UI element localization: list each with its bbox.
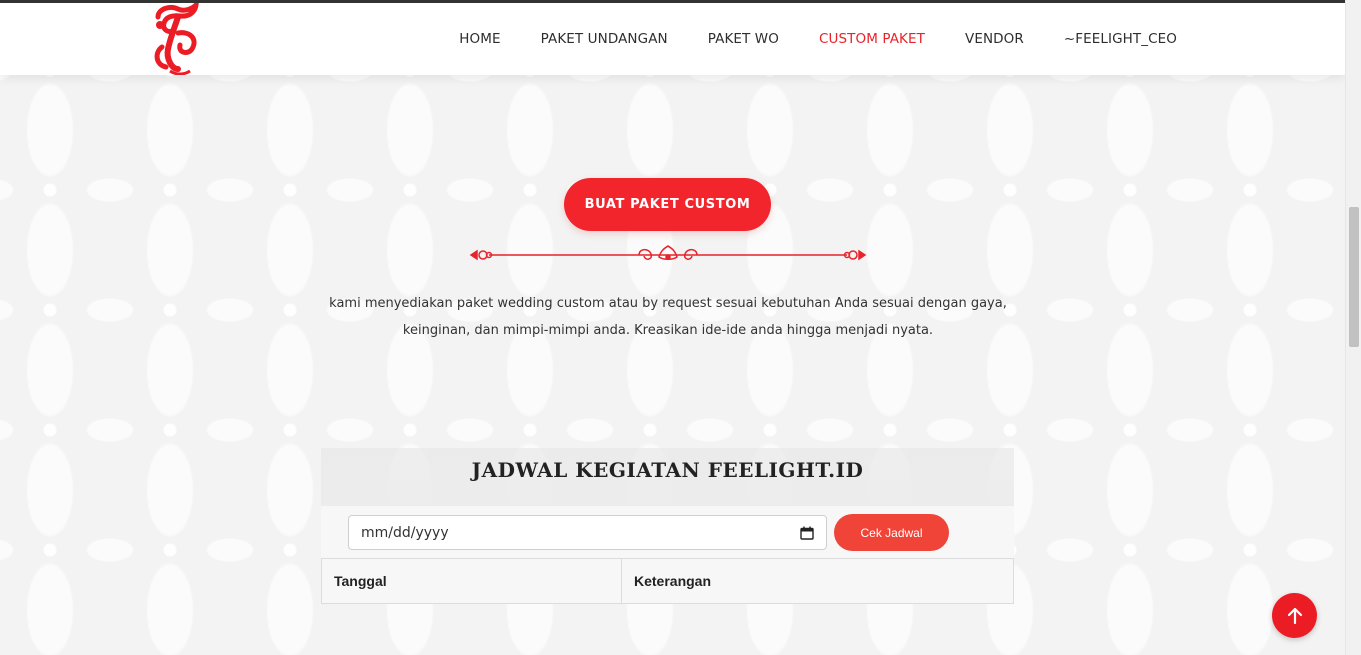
schedule-table: Tanggal Keterangan — [321, 558, 1014, 604]
intro-line-2: keinginan, dan mimpi-mimpi anda. Kreasik… — [402, 323, 934, 338]
nav-vendor[interactable]: VENDOR — [965, 31, 1024, 47]
buat-paket-custom-button[interactable]: BUAT PAKET CUSTOM — [564, 178, 771, 231]
page-scrollbar[interactable] — [1345, 0, 1361, 655]
main-content: BUAT PAKET CUSTOM kami menyediakan paket… — [0, 0, 1345, 655]
calendar-icon[interactable] — [800, 526, 814, 540]
nav-home[interactable]: HOME — [459, 31, 500, 47]
column-keterangan: Keterangan — [621, 558, 1014, 604]
cek-jadwal-button[interactable]: Cek Jadwal — [834, 514, 949, 551]
scrollbar-thumb[interactable] — [1349, 207, 1359, 347]
column-tanggal: Tanggal — [321, 558, 622, 604]
schedule-form: mm/dd/yyyy Cek Jadwal — [321, 506, 1014, 558]
schedule-header: JADWAL KEGIATAN FEELIGHT.ID — [321, 448, 1014, 506]
table-header-row: Tanggal Keterangan — [321, 558, 1014, 604]
date-input[interactable]: mm/dd/yyyy — [348, 515, 827, 550]
navbar: HOME PAKET UNDANGAN PAKET WO CUSTOM PAKE… — [0, 3, 1345, 75]
ornament-divider-icon — [469, 245, 867, 261]
intro-line-1: kami menyediakan paket wedding custom at… — [329, 296, 1007, 311]
back-to-top-button[interactable] — [1272, 593, 1317, 638]
top-border — [0, 0, 1345, 3]
schedule-title: JADWAL KEGIATAN FEELIGHT.ID — [471, 458, 864, 482]
arrow-up-icon — [1287, 607, 1302, 624]
nav-feelight-ceo[interactable]: ~FEELIGHT_CEO — [1064, 31, 1177, 47]
main-nav: HOME PAKET UNDANGAN PAKET WO CUSTOM PAKE… — [419, 3, 1177, 75]
feelight-logo-icon[interactable] — [148, 3, 204, 75]
date-input-placeholder: mm/dd/yyyy — [361, 524, 449, 541]
nav-custom-paket[interactable]: CUSTOM PAKET — [819, 31, 925, 47]
nav-paket-undangan[interactable]: PAKET UNDANGAN — [541, 31, 668, 47]
intro-text: kami menyediakan paket wedding custom at… — [310, 290, 1026, 344]
nav-paket-wo[interactable]: PAKET WO — [708, 31, 779, 47]
